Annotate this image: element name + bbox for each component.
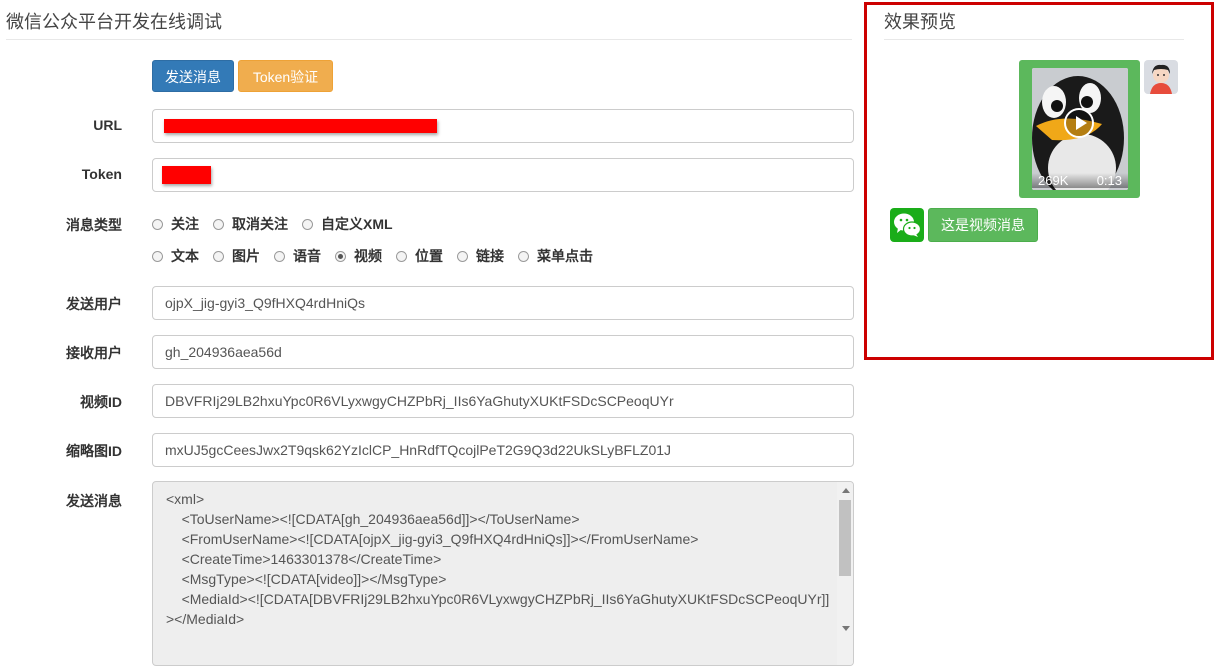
radio-unsubscribe[interactable]: 取消关注 — [213, 214, 288, 234]
radio-circle[interactable] — [396, 250, 407, 262]
msg-type-row2: 文本 图片 语音 视频 位置 链接 菜单点击 — [152, 246, 607, 266]
scroll-up-icon[interactable] — [842, 488, 850, 493]
from-user-input[interactable]: ojpX_jig-gyi3_Q9fHXQ4rdHniQs — [152, 286, 854, 320]
play-icon[interactable] — [1064, 108, 1094, 138]
radio-circle[interactable] — [152, 250, 163, 262]
radio-circle[interactable] — [152, 218, 163, 230]
scrollbar[interactable] — [837, 482, 853, 665]
radio-link[interactable]: 链接 — [457, 246, 504, 266]
send-message-button[interactable]: 发送消息 — [152, 60, 234, 92]
wechat-avatar-icon — [890, 208, 924, 242]
radio-custom-xml[interactable]: 自定义XML — [302, 214, 393, 234]
token-label: Token — [81, 166, 122, 182]
redaction-mark — [164, 119, 437, 133]
video-thumbnail: 269K 0:13 — [1032, 68, 1128, 190]
radio-image[interactable]: 图片 — [213, 246, 260, 266]
video-info: 269K 0:13 — [1032, 173, 1128, 188]
url-input[interactable] — [152, 109, 854, 143]
thumb-id-label: 缩略图ID — [66, 443, 122, 459]
msg-type-row1: 关注 取消关注 自定义XML — [152, 214, 407, 234]
radio-circle[interactable] — [213, 250, 224, 262]
radio-circle[interactable] — [302, 218, 313, 230]
to-user-label: 接收用户 — [66, 345, 122, 361]
message-label: 发送消息 — [66, 493, 122, 509]
user-avatar-icon — [1144, 60, 1178, 94]
scroll-thumb[interactable] — [839, 500, 851, 576]
reply-message-bubble[interactable]: 这是视频消息 — [928, 208, 1038, 242]
preview-title: 效果预览 — [884, 12, 956, 32]
radio-circle[interactable] — [518, 250, 529, 262]
token-verify-button[interactable]: Token验证 — [238, 60, 333, 92]
video-id-input[interactable]: DBVFRIj29LB2hxuYpc0R6VLyxwgyCHZPbRj_IIs6… — [152, 384, 854, 418]
radio-circle[interactable] — [274, 250, 285, 262]
preview-divider — [884, 39, 1184, 40]
radio-circle[interactable] — [213, 218, 224, 230]
title-divider — [6, 39, 852, 40]
token-input[interactable] — [152, 158, 854, 192]
radio-video[interactable]: 视频 — [335, 246, 382, 266]
page-title: 微信公众平台开发在线调试 — [6, 12, 222, 32]
msg-type-label: 消息类型 — [66, 217, 122, 233]
radio-menu-click[interactable]: 菜单点击 — [518, 246, 593, 266]
radio-circle[interactable] — [457, 250, 468, 262]
radio-subscribe[interactable]: 关注 — [152, 214, 199, 234]
video-message-bubble[interactable]: 269K 0:13 — [1019, 60, 1140, 198]
to-user-input[interactable]: gh_204936aea56d — [152, 335, 854, 369]
redaction-mark — [162, 166, 211, 184]
video-duration: 0:13 — [1096, 173, 1122, 188]
from-user-label: 发送用户 — [66, 296, 122, 312]
video-size: 269K — [1038, 173, 1069, 188]
video-id-label: 视频ID — [80, 394, 122, 410]
message-textarea[interactable]: <xml> <ToUserName><![CDATA[gh_204936aea5… — [152, 481, 854, 666]
radio-voice[interactable]: 语音 — [274, 246, 321, 266]
radio-location[interactable]: 位置 — [396, 246, 443, 266]
xml-content: <xml> <ToUserName><![CDATA[gh_204936aea5… — [166, 491, 830, 627]
radio-circle-checked[interactable] — [335, 250, 346, 262]
thumb-id-input[interactable]: mxUJ5gcCeesJwx2T9qsk62YzIclCP_HnRdfTQcoj… — [152, 433, 854, 467]
scroll-down-icon[interactable] — [842, 626, 850, 631]
url-label: URL — [93, 117, 122, 133]
radio-text[interactable]: 文本 — [152, 246, 199, 266]
